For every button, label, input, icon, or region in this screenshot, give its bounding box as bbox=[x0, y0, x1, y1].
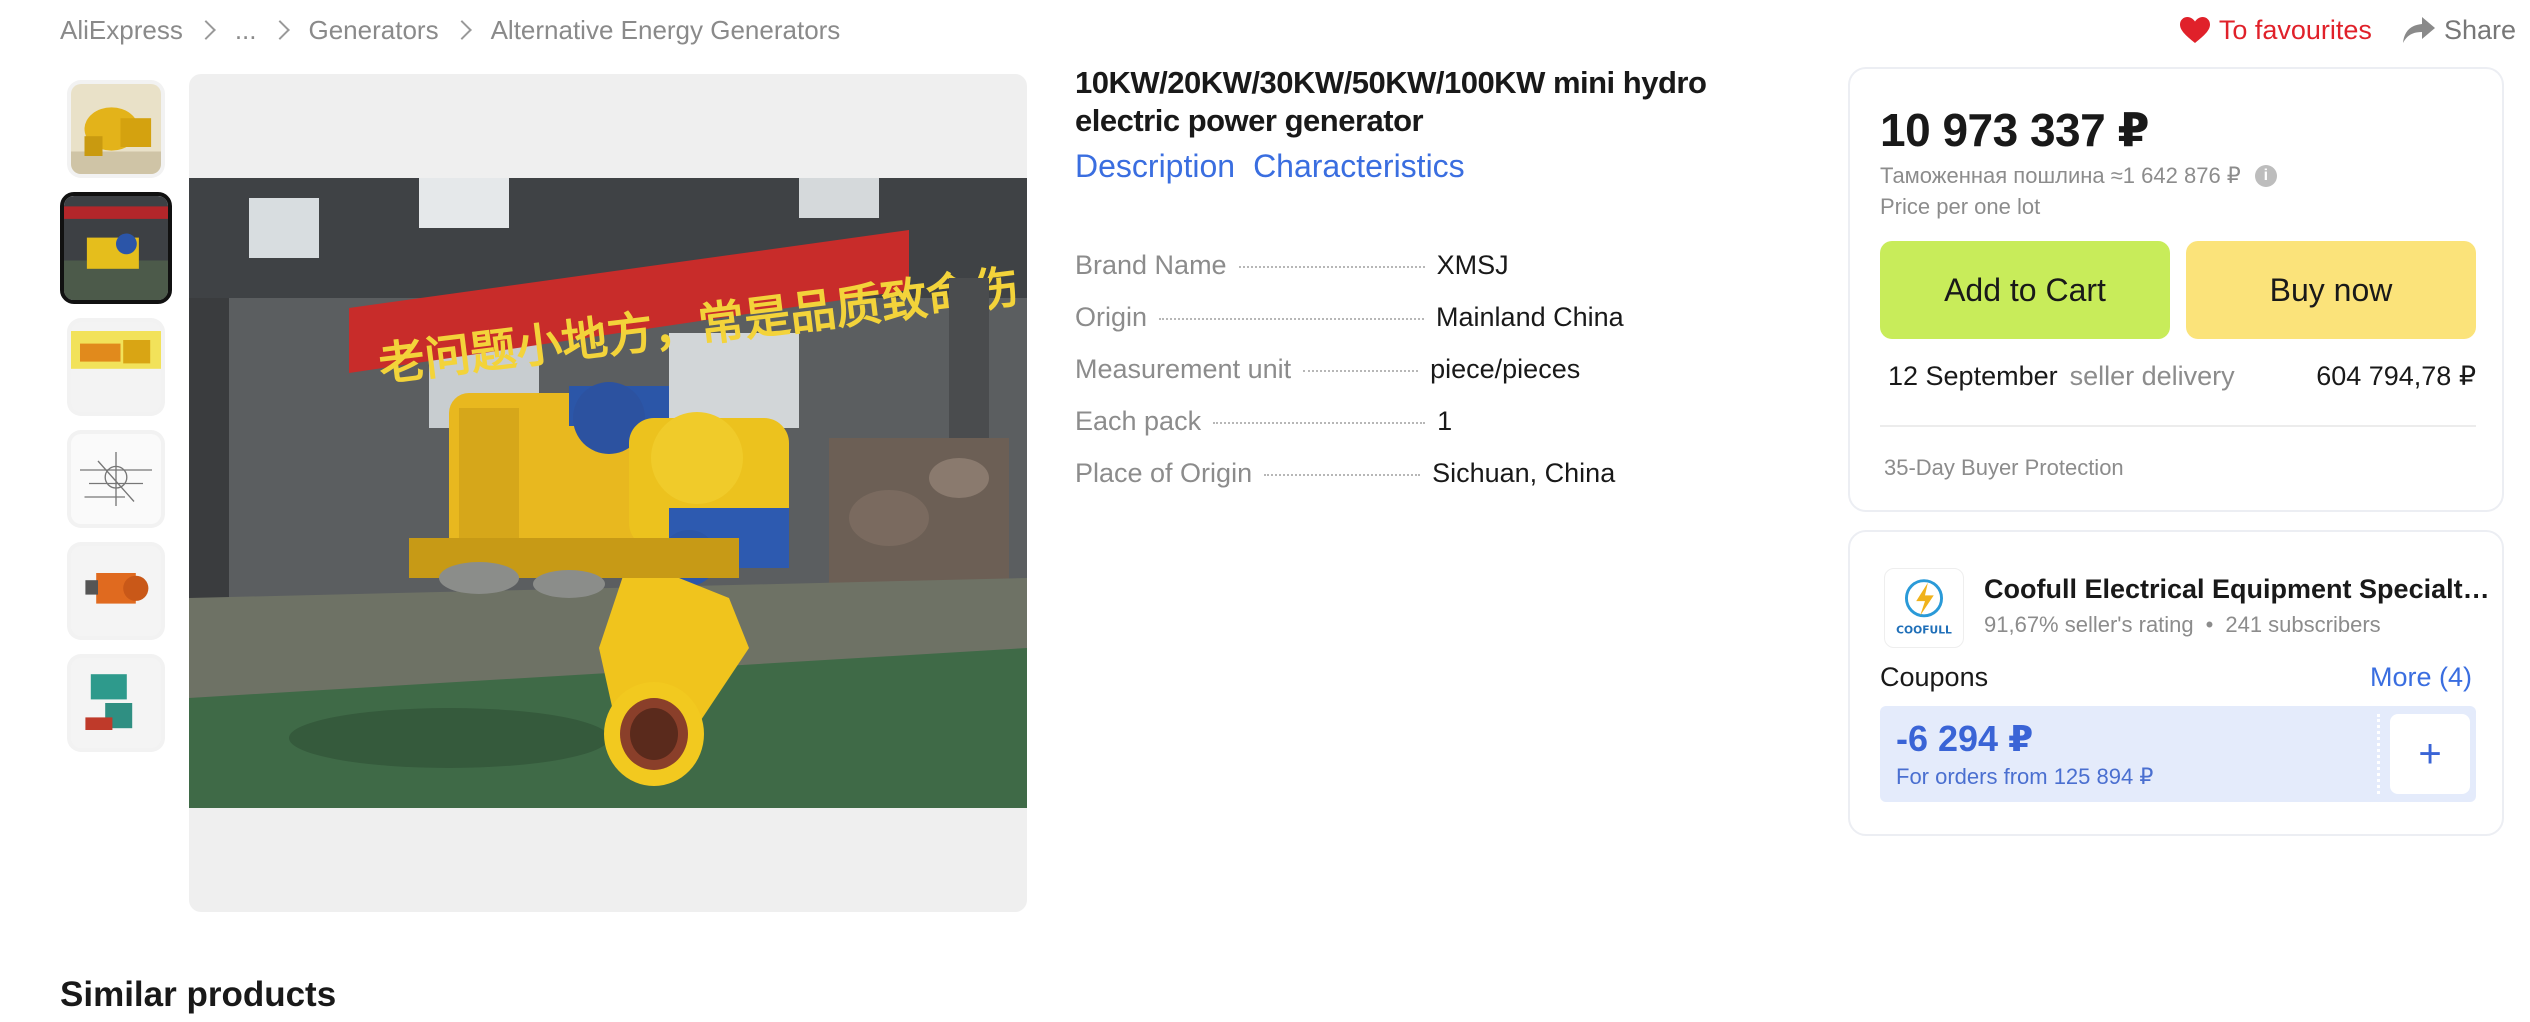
thumbnail-image bbox=[71, 322, 161, 412]
customs-duty-text: Таможенная пошлина ≈1 642 876 ₽ bbox=[1880, 163, 2241, 188]
breadcrumb-ellipsis[interactable]: ... bbox=[235, 15, 257, 46]
spec-value: Sichuan, China bbox=[1432, 458, 1616, 488]
spec-row: Origin Mainland China bbox=[1075, 302, 1675, 354]
spec-row: Brand Name XMSJ bbox=[1075, 250, 1675, 302]
coupon-amount: -6 294 ₽ bbox=[1896, 718, 2034, 759]
seller-name[interactable]: Coofull Electrical Equipment Specialty S… bbox=[1984, 574, 2494, 605]
price: 10 973 337 ₽ bbox=[1880, 104, 2150, 156]
thumbnail-list bbox=[60, 80, 172, 766]
buy-now-button[interactable]: Buy now bbox=[2186, 241, 2476, 339]
seller-subscribers: 241 subscribers bbox=[2225, 612, 2381, 637]
spec-name: Measurement unit bbox=[1075, 354, 1292, 384]
plus-icon: + bbox=[2418, 731, 2442, 776]
delivery-cost: 604 794,78 ₽ bbox=[2316, 361, 2476, 391]
seller-rating: 91,67% seller's rating bbox=[1984, 612, 2194, 637]
coupon-divider bbox=[2377, 714, 2380, 794]
product-photo: 老问题小地方，常是品质致命伤 bbox=[189, 178, 1027, 808]
spec-leader bbox=[1213, 422, 1426, 424]
spec-value: 1 bbox=[1437, 406, 1453, 436]
spec-list: Brand Name XMSJ Origin Mainland China Me… bbox=[1075, 250, 1675, 510]
spec-row: Each pack 1 bbox=[1075, 406, 1675, 458]
coupons-label: Coupons bbox=[1880, 662, 1989, 692]
thumbnail-6[interactable] bbox=[67, 654, 165, 752]
favourites-button[interactable]: To favourites bbox=[2179, 15, 2372, 46]
chevron-right-icon bbox=[451, 20, 472, 40]
product-title: 10KW/20KW/30KW/50KW/100KW mini hydro ele… bbox=[1075, 65, 1707, 138]
share-button[interactable]: Share bbox=[2402, 15, 2516, 46]
thumbnail-image bbox=[71, 84, 161, 174]
spec-value: Mainland China bbox=[1436, 302, 1624, 332]
similar-products-heading: Similar products bbox=[60, 975, 337, 1014]
spec-name: Brand Name bbox=[1075, 250, 1227, 280]
spec-leader bbox=[1303, 370, 1419, 372]
tab-characteristics[interactable]: Characteristics bbox=[1253, 148, 1465, 185]
seller-meta: 91,67% seller's rating • 241 subscribers bbox=[1984, 612, 2381, 638]
spec-leader bbox=[1159, 318, 1425, 320]
customs-duty: Таможенная пошлина ≈1 642 876 ₽ i bbox=[1880, 163, 2277, 189]
product-tabs: Description Characteristics bbox=[1075, 148, 1465, 185]
spec-row: Place of Origin Sichuan, China bbox=[1075, 458, 1675, 510]
tab-description[interactable]: Description bbox=[1075, 148, 1235, 185]
spec-leader bbox=[1264, 474, 1421, 476]
more-coupons-link[interactable]: More (4) bbox=[2370, 662, 2472, 693]
divider bbox=[1880, 425, 2476, 427]
chevron-right-icon bbox=[269, 20, 290, 40]
delivery-label: seller delivery bbox=[2069, 361, 2235, 391]
thumbnail-2-selected[interactable] bbox=[60, 192, 172, 304]
top-actions: To favourites Share bbox=[2179, 10, 2516, 50]
breadcrumb-alternative-energy[interactable]: Alternative Energy Generators bbox=[491, 15, 841, 46]
thumbnail-5[interactable] bbox=[67, 542, 165, 640]
thumbnail-4[interactable] bbox=[67, 430, 165, 528]
thumbnail-1[interactable] bbox=[67, 80, 165, 178]
share-label: Share bbox=[2443, 14, 2516, 45]
bullet-separator: • bbox=[2205, 612, 2214, 637]
delivery-date: 12 September bbox=[1888, 361, 2058, 391]
main-product-image[interactable]: 老问题小地方，常是品质致命伤 bbox=[189, 74, 1027, 912]
breadcrumb-aliexpress[interactable]: AliExpress bbox=[60, 15, 183, 46]
thumbnail-3[interactable] bbox=[67, 318, 165, 416]
breadcrumb: AliExpress ... Generators Alternative En… bbox=[60, 12, 840, 48]
spec-row: Measurement unit piece/pieces bbox=[1075, 354, 1675, 406]
share-icon bbox=[2402, 17, 2435, 43]
info-icon[interactable]: i bbox=[2254, 165, 2277, 187]
thumbnail-image bbox=[71, 658, 161, 748]
chevron-right-icon bbox=[195, 20, 216, 40]
coupon: -6 294 ₽ For orders from 125 894 ₽ + bbox=[1880, 706, 2476, 802]
seller-logo[interactable]: COOFULL bbox=[1884, 568, 1964, 648]
spec-value: piece/pieces bbox=[1430, 354, 1581, 384]
heart-icon bbox=[2179, 17, 2210, 43]
spec-leader bbox=[1238, 266, 1425, 268]
spec-name: Place of Origin bbox=[1075, 458, 1253, 488]
delivery-row[interactable]: 12 September seller delivery 604 794,78 … bbox=[1888, 361, 2476, 392]
thumbnail-image bbox=[71, 434, 161, 524]
price-per-lot: Price per one lot bbox=[1880, 194, 2041, 219]
spec-name: Each pack bbox=[1075, 406, 1202, 436]
spec-name: Origin bbox=[1075, 302, 1148, 332]
thumbnail-image bbox=[71, 546, 161, 636]
spec-value: XMSJ bbox=[1436, 250, 1509, 280]
thumbnail-image bbox=[64, 196, 168, 300]
seller-logo-text: COOFULL bbox=[1896, 623, 1952, 636]
breadcrumb-generators[interactable]: Generators bbox=[309, 15, 439, 46]
add-to-cart-button[interactable]: Add to Cart bbox=[1880, 241, 2170, 339]
coupon-condition: For orders from 125 894 ₽ bbox=[1896, 764, 2154, 789]
buyer-protection[interactable]: 35-Day Buyer Protection bbox=[1884, 455, 2124, 481]
favourites-label: To favourites bbox=[2218, 14, 2372, 45]
seller-card: COOFULL Coofull Electrical Equipment Spe… bbox=[1848, 530, 2504, 836]
add-coupon-button[interactable]: + bbox=[2390, 714, 2470, 794]
price-card: 10 973 337 ₽ Таможенная пошлина ≈1 642 8… bbox=[1848, 67, 2504, 512]
